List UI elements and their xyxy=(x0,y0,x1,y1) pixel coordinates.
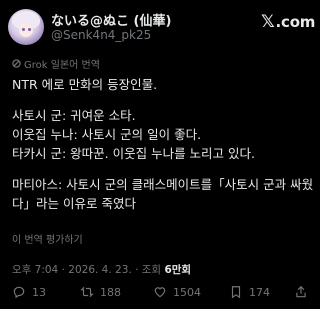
post-line: 마티아스: 사토시 군의 클래스메이트를「사토시 군과 싸웠 xyxy=(12,177,314,192)
like-button[interactable]: 1504 xyxy=(153,285,201,299)
post-body: NTR 에로 만화의 등장인물. 사토시 군: 귀여운 소타. 이웃집 누나: … xyxy=(12,75,314,213)
share-button[interactable] xyxy=(294,285,314,299)
post-line: 다」라는 이유로 죽였다 xyxy=(12,196,136,211)
grok-icon xyxy=(12,59,21,68)
reply-count: 13 xyxy=(32,285,46,299)
post-date[interactable]: 2026. 4. 23. xyxy=(68,264,131,276)
post-time[interactable]: 오후 7:04 xyxy=(12,264,58,276)
repost-button[interactable]: 188 xyxy=(80,285,121,299)
heart-icon xyxy=(154,287,166,298)
post-meta: 오후 7:04 · 2026. 4. 23. · 조회 6만회 xyxy=(12,264,192,276)
views-count: 6만회 xyxy=(164,264,192,276)
author-handle[interactable]: @Senk4n4_pk25 xyxy=(51,28,151,42)
repost-count: 188 xyxy=(100,285,121,299)
post-header: ないる@ぬこ (仙華) @Senk4n4_pk25 𝕏.com xyxy=(0,0,320,52)
reply-icon xyxy=(13,286,25,299)
bookmark-button[interactable]: 174 xyxy=(229,285,270,299)
reply-button[interactable]: 13 xyxy=(12,285,46,299)
x-logo-domain: .com xyxy=(275,13,316,31)
bookmark-icon xyxy=(231,286,241,299)
translation-note: Grok 일본어 번역 xyxy=(12,56,100,71)
avatar-eye xyxy=(28,28,31,31)
post-line: 타카시 군: 왕따꾼. 이웃집 누나를 노리고 있다. xyxy=(12,146,255,161)
repost-icon xyxy=(80,286,94,298)
share-icon xyxy=(296,285,306,298)
avatar[interactable] xyxy=(8,9,44,45)
x-logo-icon: 𝕏 xyxy=(261,12,275,32)
bookmark-count: 174 xyxy=(249,285,270,299)
post-line: NTR 에로 만화의 등장인물. xyxy=(12,77,158,92)
like-count: 1504 xyxy=(173,285,201,299)
post-line: 사토시 군: 귀여운 소타. xyxy=(12,108,136,123)
translation-note-label: Grok 일본어 번역 xyxy=(24,60,100,71)
author-display-name[interactable]: ないる@ぬこ (仙華) xyxy=(51,10,171,29)
action-bar: 13 188 1504 174 xyxy=(0,285,320,307)
views-label: 조회 xyxy=(141,264,162,276)
x-logo: 𝕏.com xyxy=(261,12,315,32)
avatar-eye xyxy=(22,28,25,31)
post-line: 이웃집 누나: 사토시 군의 일이 좋다. xyxy=(12,127,202,142)
rate-translation-link[interactable]: 이 번역 평가하기 xyxy=(12,231,83,246)
